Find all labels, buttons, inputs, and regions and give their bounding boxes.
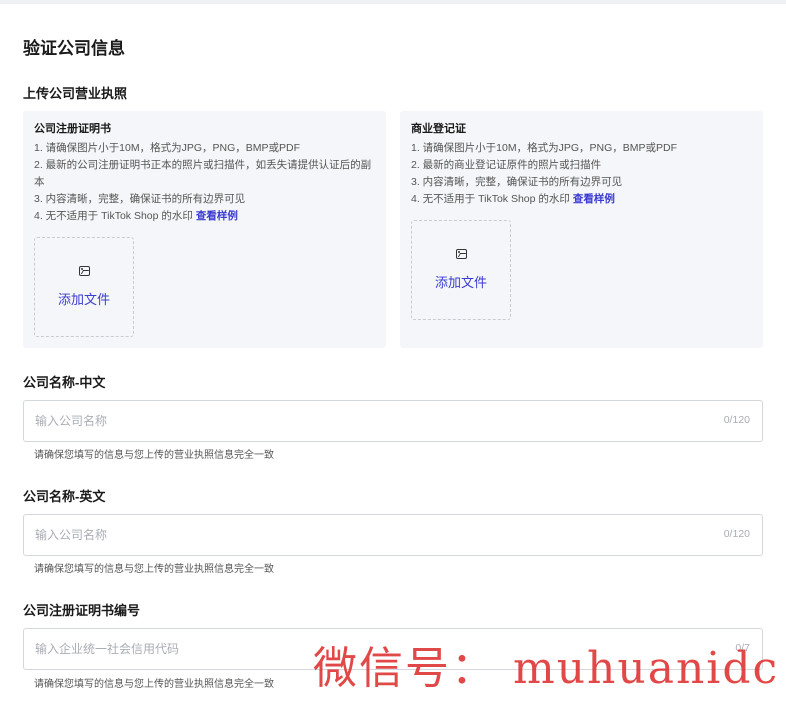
view-example-link[interactable]: 查看样例 <box>573 193 615 205</box>
requirement-line-with-link: 4. 无不适用于 TikTok Shop 的水印 查看样例 <box>411 191 752 208</box>
char-counter: 0/120 <box>723 414 750 426</box>
watermark-overlay: 微信号： muhuanidc <box>313 643 780 694</box>
requirement-line: 1. 请确保图片小于10M，格式为JPG，PNG，BMP或PDF <box>411 142 678 154</box>
card-title: 公司注册证明书 <box>34 123 111 135</box>
add-file-label: 添加文件 <box>434 275 487 290</box>
upload-section-title: 上传公司营业执照 <box>23 86 128 101</box>
add-file-label: 添加文件 <box>57 292 110 307</box>
requirement-line: 2. 最新的商业登记证原件的照片或扫描件 <box>411 159 602 171</box>
company-name-cn-input-box: 0/120 <box>23 400 763 442</box>
company-name-en-label: 公司名称-英文 <box>23 489 106 504</box>
company-name-en-input[interactable] <box>35 515 675 555</box>
business-registration-card: 商业登记证 1. 请确保图片小于10M，格式为JPG，PNG，BMP或PDF 2… <box>400 111 763 348</box>
company-name-cn-input[interactable] <box>35 401 675 441</box>
requirement-line: 3. 内容清晰，完整，确保证书的所有边界可见 <box>411 176 623 188</box>
registration-number-label: 公司注册证明书编号 <box>23 603 141 618</box>
requirement-line: 2. 最新的公司注册证明书正本的照片或扫描件，如丢失请提供认证后的副本 <box>34 159 372 188</box>
char-counter: 0/120 <box>723 528 750 540</box>
add-file-upload-button[interactable]: 添加文件 <box>411 220 511 320</box>
view-example-link[interactable]: 查看样例 <box>196 210 238 222</box>
image-icon <box>78 266 90 276</box>
company-name-en-input-box: 0/120 <box>23 514 763 556</box>
image-icon <box>455 249 467 259</box>
requirement-text: 4. 无不适用于 TikTok Shop 的水印 <box>411 193 570 205</box>
card-title: 商业登记证 <box>411 123 466 135</box>
top-divider <box>0 0 786 4</box>
certificate-of-incorporation-card: 公司注册证明书 1. 请确保图片小于10M，格式为JPG，PNG，BMP或PDF… <box>23 111 386 348</box>
requirement-line: 1. 请确保图片小于10M，格式为JPG，PNG，BMP或PDF <box>34 142 301 154</box>
field-hint: 请确保您填写的信息与您上传的营业执照信息完全一致 <box>34 450 274 461</box>
page-title: 验证公司信息 <box>23 39 125 58</box>
requirement-line: 3. 内容清晰，完整，确保证书的所有边界可见 <box>34 193 246 205</box>
add-file-upload-button[interactable]: 添加文件 <box>34 237 134 337</box>
field-hint: 请确保您填写的信息与您上传的营业执照信息完全一致 <box>34 564 274 575</box>
company-name-cn-label: 公司名称-中文 <box>23 375 106 390</box>
requirement-text: 4. 无不适用于 TikTok Shop 的水印 <box>34 210 193 222</box>
requirement-line-with-link: 4. 无不适用于 TikTok Shop 的水印 查看样例 <box>34 208 375 225</box>
field-hint: 请确保您填写的信息与您上传的营业执照信息完全一致 <box>34 679 274 690</box>
